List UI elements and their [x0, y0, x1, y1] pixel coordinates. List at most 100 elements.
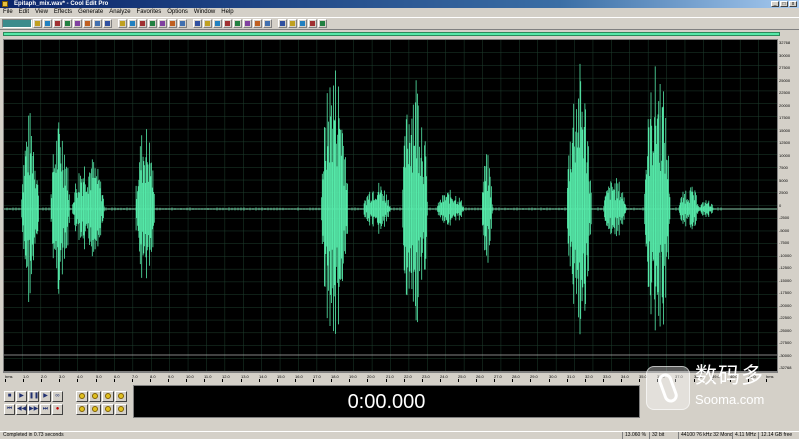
fast-forward-button[interactable]: ▶▶: [28, 404, 39, 415]
time-tick-label: 25.0: [458, 374, 466, 379]
loop-button[interactable]: ∞: [52, 391, 63, 402]
zoom-left-button[interactable]: [89, 404, 101, 415]
reverb-icon: [245, 21, 250, 26]
menu-edit[interactable]: Edit: [16, 8, 32, 17]
go-start-button[interactable]: ⏮: [4, 404, 15, 415]
time-tick-label: 26.0: [476, 374, 484, 379]
menu-effects[interactable]: Effects: [51, 8, 75, 17]
amplitude-tick-label: -30000: [779, 353, 792, 358]
time-tick-label: 12.0: [222, 374, 230, 379]
copy-icon: [75, 21, 80, 26]
maximize-button[interactable]: □: [780, 1, 788, 7]
amplitude-tick-label: 5000: [779, 178, 788, 183]
pitch-button[interactable]: [263, 19, 272, 28]
noise-reduction-icon: [205, 21, 210, 26]
menu-options[interactable]: Options: [164, 8, 191, 17]
waveform-burst: [644, 66, 671, 331]
filter-button[interactable]: [223, 19, 232, 28]
transport-panel: ■ ▶ ❚❚ ▶ ∞ ⏮ ◀◀ ▶▶ ⏭ ●: [4, 387, 66, 423]
amplitude-tick-label: -22500: [779, 315, 792, 320]
zoom-right-button[interactable]: [102, 404, 114, 415]
play-button[interactable]: ▶: [16, 391, 27, 402]
time-tick-label: 13.0: [241, 374, 249, 379]
close-button[interactable]: x: [789, 1, 797, 7]
waveform-button[interactable]: [118, 19, 127, 28]
noise-reduction-button[interactable]: [203, 19, 212, 28]
normalize-button[interactable]: [213, 19, 222, 28]
zoom-in-full-button[interactable]: [76, 391, 88, 402]
menu-favorites[interactable]: Favorites: [134, 8, 165, 17]
pause-button[interactable]: ❚❚: [28, 391, 39, 402]
record-button[interactable]: ●: [52, 404, 63, 415]
zoom-out-full-button[interactable]: [89, 391, 101, 402]
magnifier-icon: [92, 393, 98, 399]
time-tick-label: 22.0: [404, 374, 412, 379]
magnifier-icon: [118, 393, 124, 399]
save-file-button[interactable]: [53, 19, 62, 28]
watermark-logo: 数码多 Sooma.com: [640, 360, 799, 420]
amplify-button[interactable]: [233, 19, 242, 28]
envelope-button[interactable]: [178, 19, 187, 28]
mix-paste-icon: [195, 21, 200, 26]
waveform-display[interactable]: [3, 39, 778, 372]
time-tick-label: 11.0: [204, 374, 212, 379]
paste-button[interactable]: [83, 19, 92, 28]
spectral-button[interactable]: [128, 19, 137, 28]
menu-file[interactable]: File: [0, 8, 16, 17]
zoom-tool-button[interactable]: [168, 19, 177, 28]
zoom-selection-button[interactable]: [76, 404, 88, 415]
stop-button[interactable]: ■: [4, 391, 15, 402]
menu-bar: File Edit View Effects Generate Analyze …: [0, 8, 799, 17]
waveform-burst: [567, 63, 592, 335]
amplitude-tick-label: -25000: [779, 328, 792, 333]
stop-icon: ■: [7, 393, 12, 399]
menu-analyze[interactable]: Analyze: [106, 8, 133, 17]
amplitude-tick-label: 10000: [779, 153, 791, 158]
play-to-end-button[interactable]: ▶: [40, 391, 51, 402]
go-end-button[interactable]: ⏭: [40, 404, 51, 415]
waveform-burst: [437, 189, 464, 226]
magnifier-icon: [79, 406, 85, 412]
minimize-button[interactable]: _: [771, 1, 779, 7]
menu-view[interactable]: View: [32, 8, 51, 17]
undo-button[interactable]: [93, 19, 102, 28]
menu-help[interactable]: Help: [218, 8, 236, 17]
play-icon: ▶: [19, 393, 24, 399]
analysis-button[interactable]: [318, 19, 327, 28]
rewind-icon: ◀◀: [17, 406, 27, 412]
zoom-tool-icon: [170, 21, 175, 26]
amplitude-tick-label: -20000: [779, 303, 792, 308]
app-icon[interactable]: [2, 1, 8, 7]
zoom-vertical-button[interactable]: [115, 404, 127, 415]
fft-button[interactable]: [278, 19, 287, 28]
menu-window[interactable]: Window: [191, 8, 218, 17]
mix-paste-button[interactable]: [193, 19, 202, 28]
time-tick-label: 14.0: [259, 374, 267, 379]
zoom-in-button[interactable]: [102, 391, 114, 402]
new-file-button[interactable]: [33, 19, 42, 28]
redo-button[interactable]: [103, 19, 112, 28]
cue-list-button[interactable]: [308, 19, 317, 28]
loop-button[interactable]: [298, 19, 307, 28]
waveform-burst: [603, 178, 627, 237]
amplitude-tick-label: -12500: [779, 265, 792, 270]
marker-icon: [290, 21, 295, 26]
open-file-button[interactable]: [43, 19, 52, 28]
rewind-button[interactable]: ◀◀: [16, 404, 27, 415]
menu-generate[interactable]: Generate: [75, 8, 106, 17]
window-controls: _ □ x: [771, 1, 797, 7]
zoom-out-button[interactable]: [115, 391, 127, 402]
overview-range[interactable]: [3, 32, 780, 36]
logo-mark-icon: [646, 366, 690, 410]
reverb-button[interactable]: [243, 19, 252, 28]
scrub-tool-button[interactable]: [158, 19, 167, 28]
delay-button[interactable]: [253, 19, 262, 28]
select-tool-button[interactable]: [138, 19, 147, 28]
hybrid-tool-button[interactable]: [148, 19, 157, 28]
mode-toggle-button[interactable]: [2, 19, 32, 28]
amplitude-tick-label: 20000: [779, 103, 791, 108]
copy-button[interactable]: [73, 19, 82, 28]
cut-button[interactable]: [63, 19, 72, 28]
marker-button[interactable]: [288, 19, 297, 28]
time-tick-label: hms: [5, 374, 13, 379]
